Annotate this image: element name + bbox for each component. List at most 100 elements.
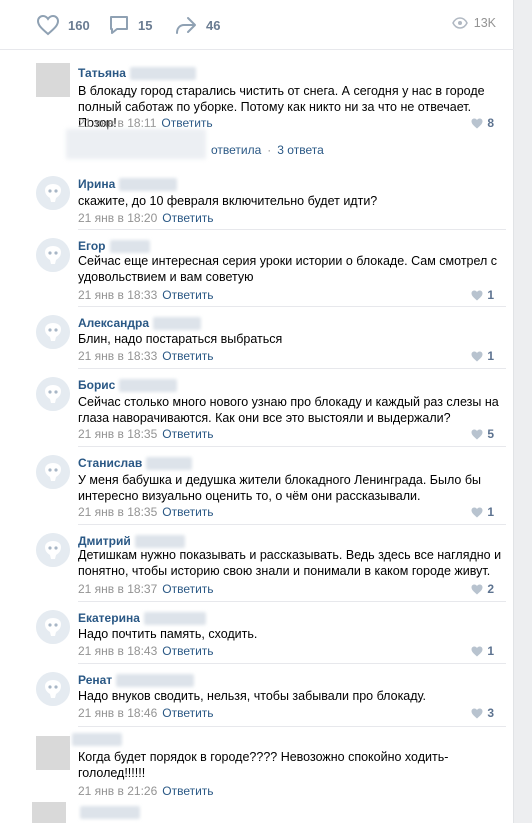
comment: Ирина скажите, до 10 февраля включительн… [0,174,514,226]
divider [78,306,506,307]
comment: Когда будет порядок в городе???? Невозож… [0,732,514,800]
divider [78,446,506,447]
avatar[interactable] [36,176,70,210]
avatar[interactable] [32,802,66,823]
comment-date[interactable]: 21 янв в 18:11 [78,116,156,130]
comment: Егор Сейчас еще интересная серия уроки и… [0,236,514,302]
comment-author[interactable]: Екатерина [78,611,206,626]
comment-meta: 21 янв в 18:46 Ответить [78,706,214,720]
comment-meta: 21 янв в 18:37 Ответить [78,582,214,596]
like-button[interactable]: 160 [36,14,90,36]
comment-like[interactable]: 1 [471,349,494,363]
reply-link[interactable]: Ответить [161,116,212,130]
reply-link[interactable]: Ответить [162,288,213,302]
comment-text: Надо внуков сводить, нельзя, чтобы забыв… [78,689,427,703]
reply-link[interactable]: Ответить [162,706,213,720]
reply-link[interactable]: Ответить [162,349,213,363]
comment-meta: 21 янв в 18:35 Ответить [78,505,214,519]
comment-meta: 21 янв в 21:26 Ответить [78,784,214,798]
comment-meta: 21 янв в 18:11 Ответить [78,116,213,130]
share-button[interactable]: 46 [174,14,220,36]
comment-like[interactable]: 3 [471,706,494,720]
comment-author[interactable] [72,732,122,747]
reply-link[interactable]: Ответить [162,211,213,225]
avatar[interactable] [36,672,70,706]
comment-author[interactable]: Станислав [78,456,193,471]
comment-text: Блин, надо постараться выбраться [78,332,283,346]
comment-date[interactable]: 21 янв в 18:46 [78,706,157,720]
comment-date[interactable]: 21 янв в 18:33 [78,288,157,302]
comment-text: скажите, до 10 февраля включительно буде… [78,194,378,208]
default-avatar-icon [36,533,70,567]
comment-meta: 21 янв в 18:33 Ответить [78,349,214,363]
heart-icon [36,14,60,36]
divider [78,524,506,525]
comment-date[interactable]: 21 янв в 18:33 [78,349,157,363]
reply-link[interactable]: Ответить [162,644,213,658]
comment-text: Надо почтить память, сходить. [78,627,258,641]
comment-author[interactable]: Егор [78,239,150,254]
comment-author[interactable]: Борис [78,378,178,393]
comment-date[interactable]: 21 янв в 21:26 [78,784,157,798]
comment: Александра Блин, надо постараться выбрат… [0,313,514,365]
avatar[interactable] [36,238,70,272]
reply-link[interactable]: Ответить [162,427,213,441]
comment-meta: 21 янв в 18:20 Ответить [78,211,214,225]
thread-replies[interactable]: ответила · 3 ответа [66,129,506,161]
avatar[interactable] [36,610,70,644]
heart-icon [471,351,483,361]
comment-author[interactable]: Александра [78,316,202,331]
thread-replies-text[interactable]: ответила · 3 ответа [211,143,324,157]
heart-icon [471,429,483,439]
heart-icon [471,584,483,594]
comment-text: У меня бабушка и дедушка жители блокадно… [78,473,481,503]
divider [78,229,506,230]
comment-button[interactable]: 15 [108,14,152,36]
comment-meta: 21 янв в 18:43 Ответить [78,644,214,658]
reply-link[interactable]: Ответить [162,505,213,519]
heart-icon [471,708,483,718]
comment-like[interactable]: 5 [471,427,494,441]
comment-like[interactable]: 8 [471,116,494,130]
comment-like[interactable]: 2 [471,582,494,596]
default-avatar-icon [36,377,70,411]
comment-author[interactable]: Татьяна [78,66,196,81]
comment-like[interactable]: 1 [471,644,494,658]
comment-date[interactable]: 21 янв в 18:20 [78,211,157,225]
reply-link[interactable]: Ответить [162,582,213,596]
comment-date[interactable]: 21 янв в 18:35 [78,505,157,519]
eye-icon [451,17,468,29]
avatar[interactable] [36,315,70,349]
heart-icon [471,118,483,128]
comment-text: Детишкам нужно показывать и рассказывать… [78,548,502,578]
avatar[interactable] [36,736,70,770]
reply-link[interactable]: Ответить [162,784,213,798]
comment-like[interactable]: 1 [471,288,494,302]
comment: Дмитрий Детишкам нужно показывать и расс… [0,531,514,597]
heart-icon [471,507,483,517]
default-avatar-icon [36,176,70,210]
default-avatar-icon [36,672,70,706]
comment-date[interactable]: 21 янв в 18:43 [78,644,157,658]
comment-date[interactable]: 21 янв в 18:37 [78,582,157,596]
divider [78,601,506,602]
avatar[interactable] [36,533,70,567]
comment-count: 15 [138,17,153,33]
comment-author[interactable]: Ирина [78,177,178,192]
avatar[interactable] [36,455,70,489]
avatar[interactable] [36,63,70,97]
comment: Станислав У меня бабушка и дедушка жител… [0,453,514,519]
avatar[interactable] [36,377,70,411]
comment-like[interactable]: 1 [471,505,494,519]
comment-meta: 21 янв в 18:35 Ответить [78,427,214,441]
author-placeholder [80,806,140,819]
divider [78,726,506,727]
views-count: 13K [473,16,496,30]
comment-date[interactable]: 21 янв в 18:35 [78,427,157,441]
default-avatar-icon [36,455,70,489]
comment-author[interactable]: Ренат [78,673,195,688]
comment: Екатерина Надо почтить память, сходить. … [0,608,514,660]
like-count: 160 [68,17,90,33]
comment-text: Сейчас столько много нового узнаю про бл… [78,395,499,425]
next-comment-preview [32,800,232,823]
